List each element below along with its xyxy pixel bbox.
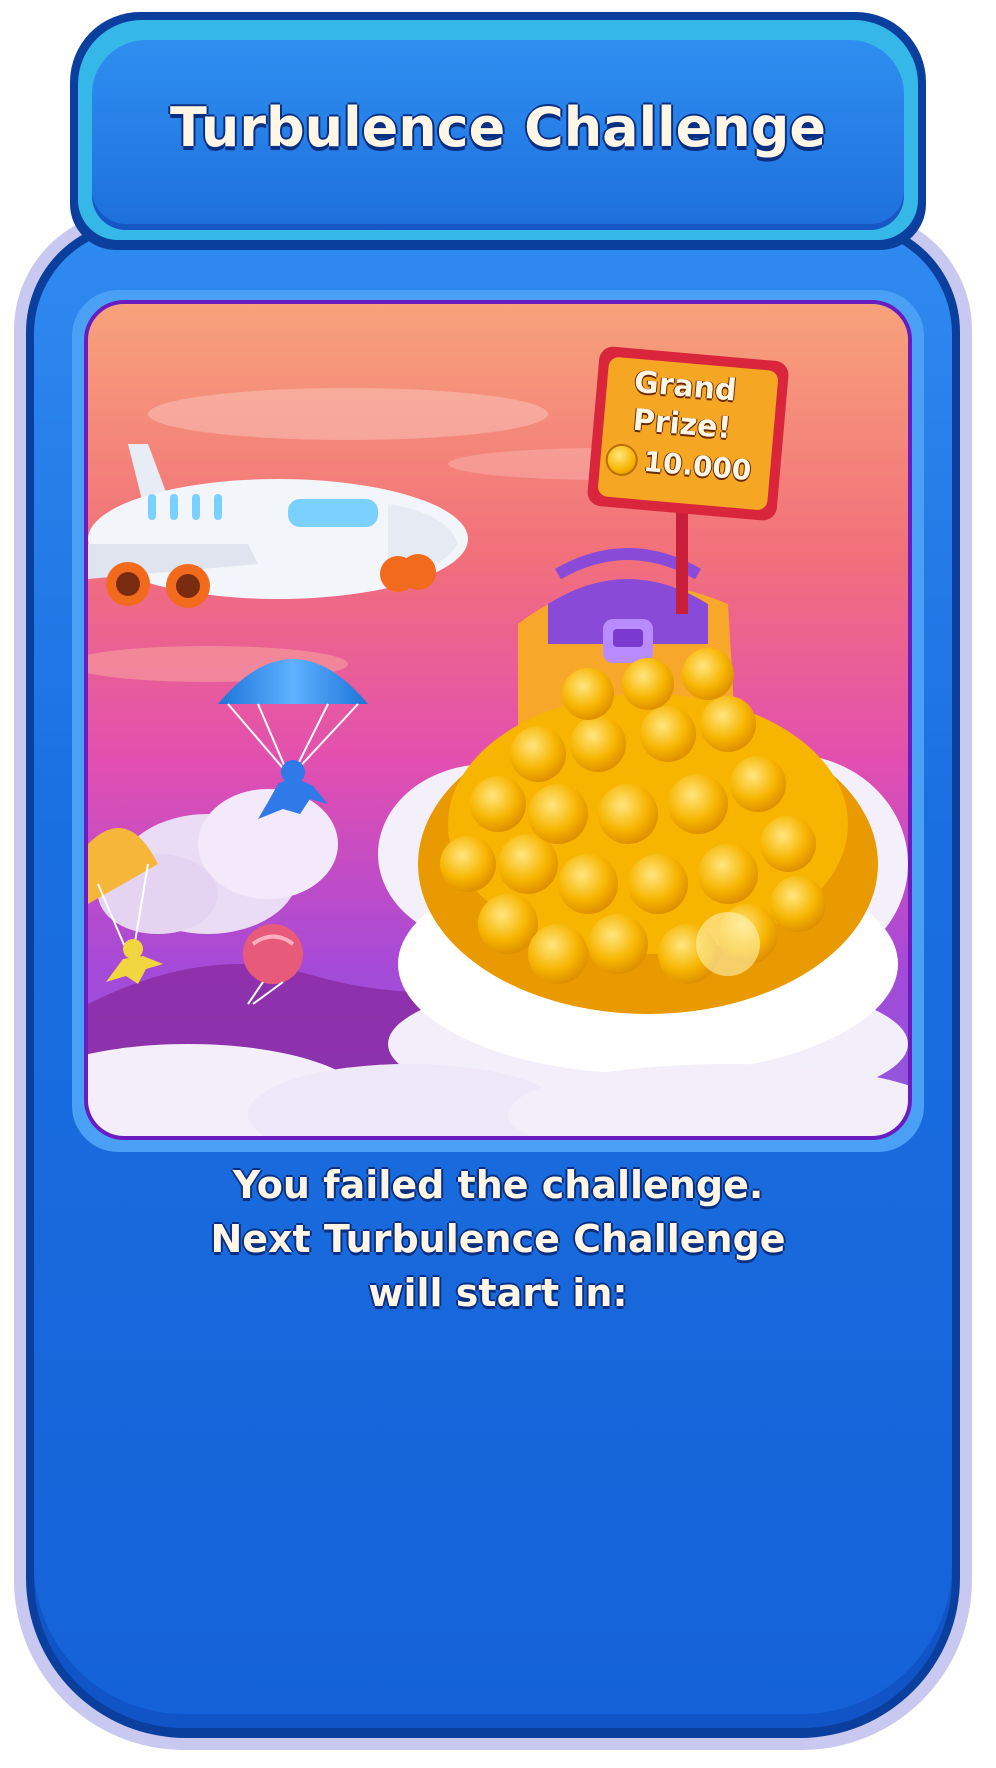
message-line-2: Next Turbulence Challenge <box>210 1217 786 1261</box>
message-line-3: will start in: <box>368 1271 628 1315</box>
sign-post <box>676 504 688 614</box>
status-message: You failed the challenge. Next Turbulenc… <box>100 1158 896 1320</box>
coin-icon <box>604 442 640 477</box>
sign-text: Grand Prize! 10.000 <box>587 360 776 488</box>
challenge-artwork <box>84 300 912 1140</box>
sky-streak <box>148 388 548 440</box>
message-line-1: You failed the challenge. <box>232 1163 764 1207</box>
challenge-popup: Turbulence Challenge Grand Prize! 10.000… <box>0 0 996 1768</box>
popup-title: Turbulence Challenge <box>170 96 826 159</box>
